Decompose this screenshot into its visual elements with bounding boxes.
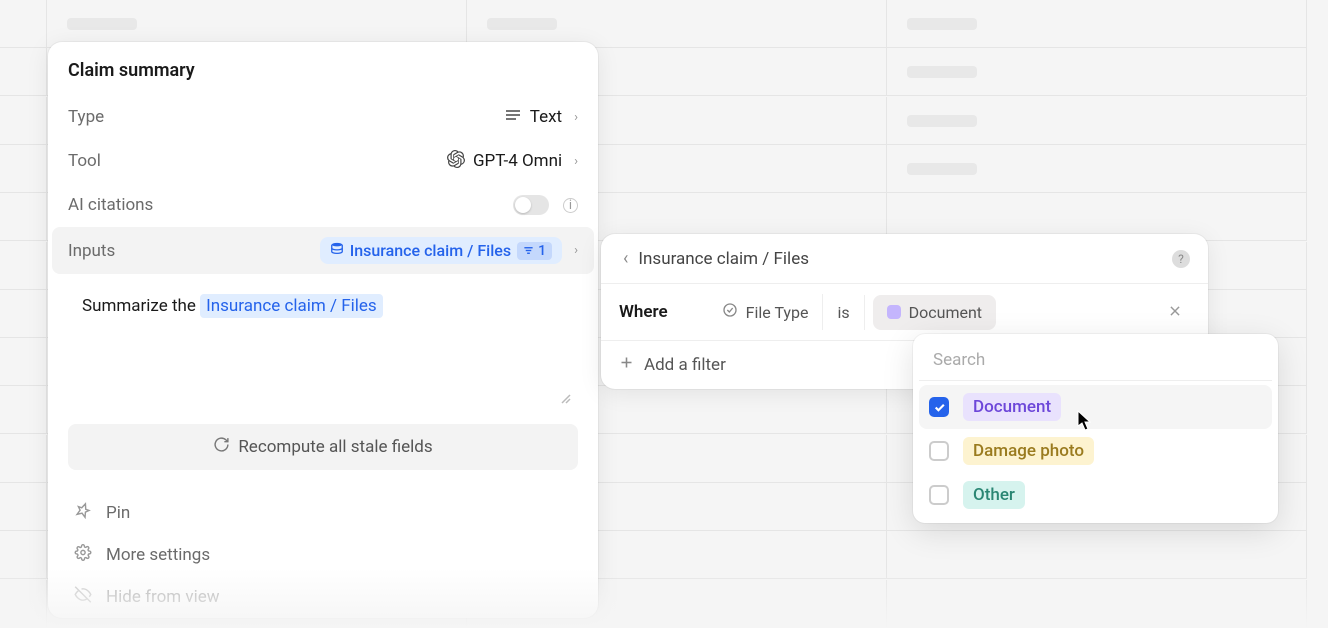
- prompt-prefix: Summarize the: [82, 296, 200, 316]
- chevron-right-icon: ›: [574, 110, 578, 125]
- dropdown-option-other[interactable]: Other: [919, 473, 1272, 517]
- tool-value: GPT-4 Omni: [473, 151, 562, 171]
- option-tag: Damage photo: [963, 437, 1094, 465]
- ai-citations-row: AI citations i: [48, 183, 598, 227]
- checkbox-unchecked-icon[interactable]: [929, 485, 949, 505]
- field-config-panel: Claim summary Type Text › Tool GPT-4 Omn…: [48, 42, 598, 618]
- tool-row[interactable]: Tool GPT-4 Omni ›: [48, 139, 598, 183]
- chevron-left-icon[interactable]: ‹: [623, 248, 628, 269]
- inputs-pill[interactable]: Insurance claim / Files 1: [320, 237, 562, 264]
- inputs-row[interactable]: Inputs Insurance claim / Files 1 ›: [52, 227, 594, 274]
- pin-menu-item[interactable]: Pin: [48, 492, 598, 534]
- type-row[interactable]: Type Text ›: [48, 95, 598, 139]
- filter-breadcrumb: Insurance claim / Files: [638, 249, 809, 269]
- plus-icon: [619, 355, 634, 375]
- inputs-label: Inputs: [68, 241, 115, 261]
- info-icon[interactable]: i: [563, 198, 578, 213]
- type-label: Type: [68, 107, 104, 127]
- text-lines-icon: [504, 106, 522, 129]
- recompute-button[interactable]: Recompute all stale fields: [68, 424, 578, 470]
- filter-value-dropdown: Search Document Damage photo Other: [913, 334, 1278, 523]
- gear-icon: [74, 544, 92, 566]
- where-label: Where: [619, 302, 708, 322]
- help-icon[interactable]: ?: [1172, 250, 1190, 268]
- chevron-right-icon: ›: [574, 243, 578, 258]
- remove-filter-button[interactable]: [1160, 299, 1190, 326]
- chevron-right-icon: ›: [574, 154, 578, 169]
- resize-handle-icon[interactable]: [560, 393, 572, 408]
- prompt-textarea[interactable]: Summarize the Insurance claim / Files: [68, 284, 578, 414]
- dropdown-option-document[interactable]: Document: [919, 385, 1272, 429]
- checkbox-checked-icon[interactable]: [929, 397, 949, 417]
- checkbox-unchecked-icon[interactable]: [929, 441, 949, 461]
- eye-off-icon: [74, 586, 92, 608]
- ai-citations-toggle[interactable]: [513, 195, 549, 215]
- option-tag: Document: [963, 393, 1061, 421]
- type-value: Text: [530, 107, 562, 127]
- inputs-pill-label: Insurance claim / Files: [350, 241, 511, 260]
- inputs-filter-count: 1: [517, 242, 552, 260]
- more-settings-menu-item[interactable]: More settings: [48, 534, 598, 576]
- dropdown-option-damage-photo[interactable]: Damage photo: [919, 429, 1272, 473]
- option-tag: Other: [963, 481, 1025, 509]
- refresh-icon: [213, 436, 230, 458]
- prompt-mention[interactable]: Insurance claim / Files: [200, 294, 383, 318]
- filter-operator-chip[interactable]: is: [823, 295, 864, 330]
- hide-from-view-menu-item[interactable]: Hide from view: [48, 576, 598, 618]
- tool-label: Tool: [68, 151, 101, 171]
- openai-icon: [447, 150, 465, 173]
- checkmark-circle-icon: [722, 302, 738, 322]
- filter-value-chip[interactable]: Document: [873, 295, 996, 330]
- recompute-label: Recompute all stale fields: [238, 437, 432, 457]
- dropdown-search-input[interactable]: Search: [919, 340, 1272, 381]
- pin-icon: [74, 502, 92, 524]
- ai-citations-label: AI citations: [68, 195, 153, 215]
- purple-swatch-icon: [887, 305, 901, 319]
- panel-title: Claim summary: [48, 42, 598, 95]
- filter-field-chip[interactable]: File Type: [708, 294, 824, 330]
- database-icon: [330, 242, 344, 260]
